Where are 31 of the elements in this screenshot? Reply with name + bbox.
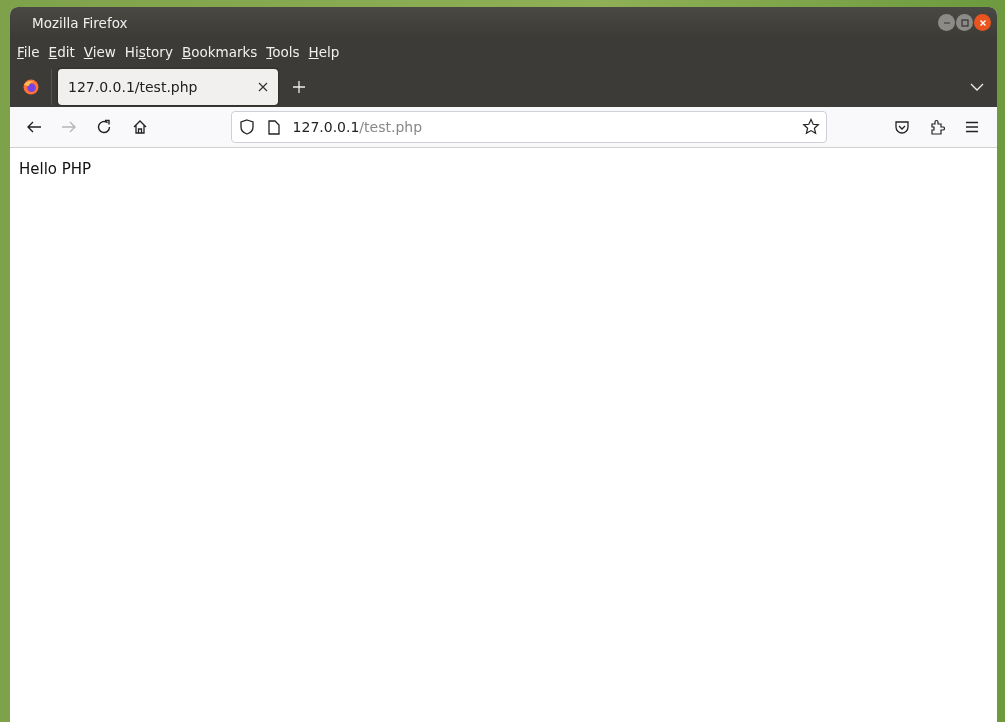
minimize-button[interactable] <box>938 14 955 31</box>
menu-icon <box>964 119 981 135</box>
close-icon <box>977 17 988 28</box>
home-icon <box>131 119 148 135</box>
firefox-icon[interactable] <box>22 78 39 95</box>
menu-item[interactable]: Tools <box>262 40 304 64</box>
page-icon <box>267 119 280 135</box>
menu-item[interactable]: Bookmarks <box>177 40 262 64</box>
back-arrow-icon <box>25 119 42 135</box>
menu-item[interactable]: File <box>13 40 44 64</box>
menu-item[interactable]: View <box>79 40 120 64</box>
browser-tab[interactable]: 127.0.0.1/test.php <box>58 68 278 105</box>
reload-icon <box>96 119 113 135</box>
pocket-icon <box>893 119 910 135</box>
close-button[interactable] <box>974 14 991 31</box>
page-text: Hello PHP <box>19 160 92 178</box>
close-tab-icon[interactable] <box>258 81 268 92</box>
window-title: Mozilla Firefox <box>32 14 129 31</box>
shield-icon[interactable] <box>239 119 254 135</box>
maximize-icon <box>959 17 970 28</box>
forward-arrow-icon <box>61 119 78 135</box>
address-bar[interactable]: 127.0.0.1/test.php <box>230 111 827 143</box>
menu-item[interactable]: Edit <box>44 40 79 64</box>
chevron-down-icon <box>970 82 984 91</box>
menu-item[interactable]: Help <box>304 40 344 64</box>
url-text: 127.0.0.1/test.php <box>292 119 423 135</box>
puzzle-piece-icon <box>928 119 945 135</box>
menu-item[interactable]: History <box>120 40 177 64</box>
plus-icon <box>292 79 306 94</box>
star-icon[interactable] <box>801 118 820 136</box>
tab-title: 127.0.0.1/test.php <box>68 78 199 95</box>
